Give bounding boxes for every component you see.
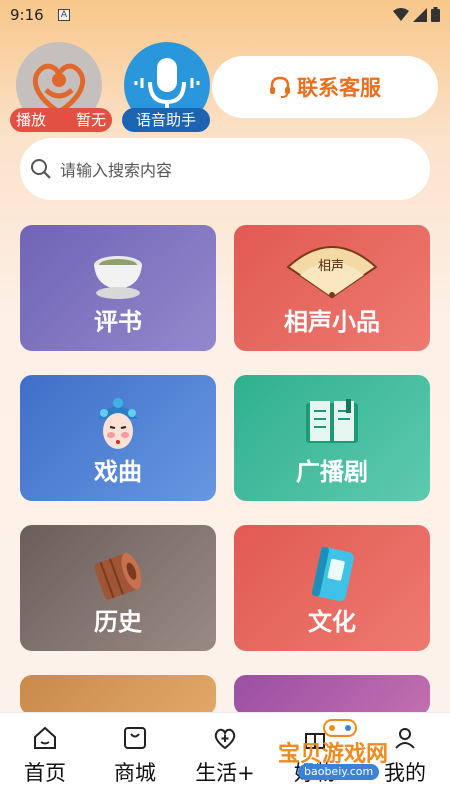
nav-life[interactable]: 生活+ <box>180 713 270 800</box>
tile-lishi[interactable]: 历史 <box>20 525 216 651</box>
tile-wenhua[interactable]: 文化 <box>234 525 430 651</box>
nav-shop[interactable]: 商城 <box>90 713 180 800</box>
status-icons <box>393 7 440 22</box>
watermark-url: baobeiy.com <box>298 764 380 780</box>
status-time: 9:16 <box>10 6 44 24</box>
fan-caption: 相声 <box>318 259 344 274</box>
signal-icon <box>413 7 427 22</box>
tile-label: 相声小品 <box>284 308 380 336</box>
fan-text: 相声 <box>318 259 344 274</box>
contact-service-label: 联系客服 <box>297 76 381 100</box>
wifi-icon <box>393 7 409 21</box>
watermark: 宝贝游戏网 baobeiy.com <box>274 716 424 780</box>
play-label: 播放 <box>16 111 47 129</box>
tile-partial-1[interactable] <box>20 675 216 715</box>
tile-pingshu[interactable]: 评书 <box>20 225 216 351</box>
tile-label: 广播剧 <box>296 458 368 486</box>
tile-label: 戏曲 <box>94 458 142 486</box>
nav-label: 首页 <box>24 761 66 785</box>
battery-icon <box>431 7 440 22</box>
booklet-icon <box>311 546 354 602</box>
search-bar[interactable]: 请输入搜索内容 <box>20 138 430 200</box>
tile-label: 评书 <box>94 308 142 336</box>
tile-xiqu[interactable]: 戏曲 <box>20 375 216 501</box>
play-status-label: 播放 暂无 <box>10 108 112 132</box>
tile-partial-2[interactable] <box>234 675 430 715</box>
headset-icon <box>270 76 290 98</box>
opera-mask-icon <box>98 398 138 449</box>
open-book-icon <box>306 399 358 443</box>
nav-label: 生活+ <box>195 761 255 785</box>
gamepad-icon <box>323 719 357 737</box>
tile-xiangsheng[interactable]: 相声 相声小品 <box>234 225 430 351</box>
tile-guangboju[interactable]: 广播剧 <box>234 375 430 501</box>
heart-plus-icon <box>214 728 236 750</box>
play-widget[interactable]: 播放 暂无 <box>10 42 112 138</box>
tile-label: 历史 <box>94 608 142 636</box>
voice-assistant-label: 语音助手 <box>122 108 210 132</box>
nav-label: 商城 <box>114 761 156 785</box>
nav-home[interactable]: 首页 <box>0 713 90 800</box>
search-icon <box>31 159 51 179</box>
notification-icon: A <box>58 9 70 21</box>
search-input[interactable]: 请输入搜索内容 <box>60 157 172 181</box>
home-icon <box>34 726 56 749</box>
status-bar: 9:16 A <box>0 0 450 30</box>
tile-label: 文化 <box>308 608 356 636</box>
tea-bowl-icon <box>94 256 142 299</box>
play-status: 暂无 <box>75 111 106 129</box>
contact-service-button[interactable]: 联系客服 <box>212 56 438 118</box>
voice-assistant-button[interactable]: 语音助手 <box>118 42 214 138</box>
bag-icon <box>124 727 146 749</box>
scroll-icon <box>94 553 142 600</box>
